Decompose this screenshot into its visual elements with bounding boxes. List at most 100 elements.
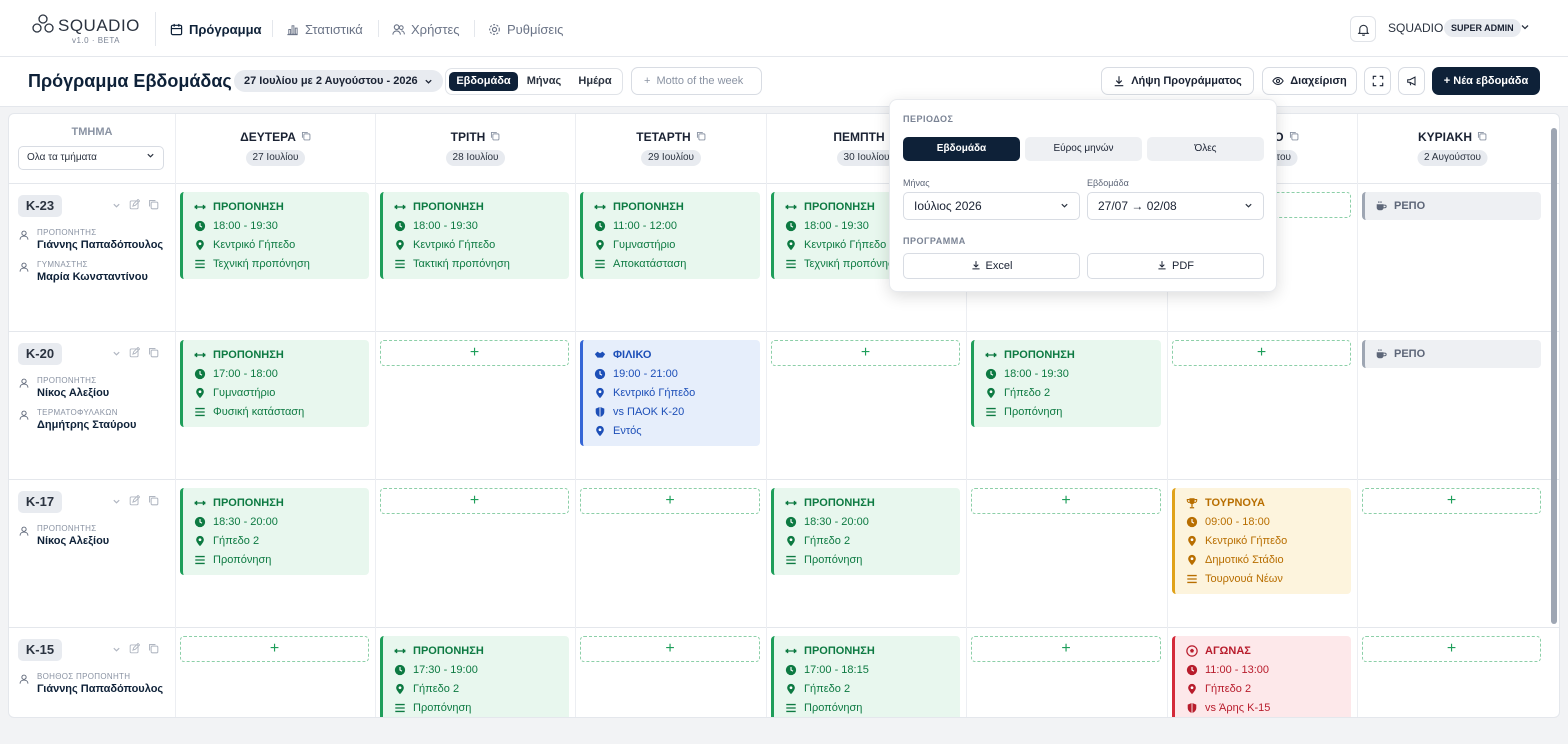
day-name: ΤΡΙΤΗ bbox=[376, 130, 575, 144]
staff-role: ΤΕΡΜΑΤΟΦΥΛΑΚΩΝ bbox=[37, 408, 118, 417]
vertical-scrollbar[interactable] bbox=[1548, 113, 1560, 718]
add-event-button[interactable]: + bbox=[1172, 340, 1351, 366]
gear-icon bbox=[489, 23, 500, 35]
new-week-button[interactable]: + Νέα εβδομάδα bbox=[1432, 67, 1540, 95]
event-place: Γήπεδο 2 bbox=[413, 682, 460, 695]
nav-settings[interactable]: Ρυθμίσεις bbox=[488, 19, 563, 39]
add-event-button[interactable]: + bbox=[380, 340, 569, 366]
event-place-row: Γήπεδο 2 bbox=[394, 679, 569, 698]
training-event-card[interactable]: ΠΡΟΠΟΝΗΣΗ 18:00 - 19:30 Γήπεδο 2 Προπόνηση bbox=[971, 340, 1161, 427]
training-event-card[interactable]: ΠΡΟΠΟΝΗΣΗ 18:30 - 20:00 Γήπεδο 2 Προπόνηση bbox=[771, 488, 960, 575]
event-time-row: 11:00 - 12:00 bbox=[594, 216, 760, 235]
friendly-event-card[interactable]: ΦΙΛΙΚΟ 19:00 - 21:00 Κεντρικό Γήπεδο vs ΠΑΟ… bbox=[580, 340, 760, 446]
excel-download-button[interactable]: Excel bbox=[903, 253, 1080, 279]
add-event-button[interactable]: + bbox=[1362, 488, 1541, 514]
team-actions bbox=[112, 642, 159, 657]
chevron-down-icon[interactable] bbox=[1520, 22, 1530, 32]
nav-schedule[interactable]: Πρόγραμμα bbox=[170, 19, 262, 39]
motto-of-week-button[interactable]: + Motto of the week bbox=[631, 67, 762, 95]
copy-icon[interactable] bbox=[148, 495, 159, 509]
chevron-down-icon[interactable] bbox=[112, 347, 121, 361]
view-day-tab[interactable]: Ημέρα bbox=[572, 72, 618, 91]
add-event-button[interactable]: + bbox=[180, 636, 369, 662]
nav-users[interactable]: Χρήστες bbox=[392, 19, 460, 39]
announce-button[interactable] bbox=[1398, 67, 1425, 95]
copy-icon[interactable] bbox=[1289, 130, 1299, 144]
add-event-button[interactable]: + bbox=[971, 488, 1161, 514]
user-name[interactable]: SQUADIO bbox=[1388, 21, 1443, 35]
copy-icon[interactable] bbox=[696, 130, 706, 144]
period-week-button[interactable]: Εβδομάδα bbox=[903, 137, 1020, 161]
pdf-download-button[interactable]: PDF bbox=[1087, 253, 1264, 279]
chevron-down-icon[interactable] bbox=[112, 495, 121, 509]
plus-icon: + bbox=[860, 344, 871, 361]
nav-statistics[interactable]: Στατιστικά bbox=[286, 19, 363, 39]
map-pin-icon bbox=[785, 239, 797, 251]
row-divider bbox=[9, 331, 1559, 332]
edit-icon[interactable] bbox=[129, 642, 141, 657]
event-title: ΦΙΛΙΚΟ bbox=[613, 348, 652, 361]
column-divider bbox=[1357, 183, 1358, 717]
training-event-card[interactable]: ΠΡΟΠΟΝΗΣΗ 11:00 - 12:00 Γυμναστήριο Αποκατά… bbox=[580, 192, 760, 279]
rest-label: ΡΕΠΟ bbox=[1394, 348, 1426, 360]
rest-day-card[interactable]: ΡΕΠΟ bbox=[1362, 340, 1541, 368]
add-event-button[interactable]: + bbox=[1362, 636, 1541, 662]
copy-icon[interactable] bbox=[148, 347, 159, 361]
copy-icon[interactable] bbox=[301, 130, 311, 144]
chevron-down-icon[interactable] bbox=[112, 199, 121, 213]
clock-icon bbox=[194, 368, 206, 380]
day-name: ΚΥΡΙΑΚΗ bbox=[1358, 130, 1547, 144]
week-range-picker[interactable]: 27 Ιουλίου με 2 Αυγούστου - 2026 bbox=[234, 70, 443, 92]
event-title: ΠΡΟΠΟΝΗΣΗ bbox=[413, 644, 484, 657]
fullscreen-button[interactable] bbox=[1364, 67, 1391, 95]
copy-icon[interactable] bbox=[148, 199, 159, 213]
team-code-badge[interactable]: K-23 bbox=[18, 195, 62, 217]
staff-name: Μαρία Κωνσταντίνου bbox=[37, 271, 148, 283]
download-schedule-button[interactable]: Λήψη Προγράμματος bbox=[1101, 67, 1254, 95]
add-event-button[interactable]: + bbox=[380, 488, 569, 514]
training-event-card[interactable]: ΠΡΟΠΟΝΗΣΗ 18:30 - 20:00 Γήπεδο 2 Προπόνηση bbox=[180, 488, 369, 575]
staff-name: Γιάννης Παπαδόπουλος bbox=[37, 683, 164, 695]
edit-icon[interactable] bbox=[129, 346, 141, 361]
team-code-badge[interactable]: K-17 bbox=[18, 491, 62, 513]
team-code-badge[interactable]: K-15 bbox=[18, 639, 62, 661]
event-place-row: Γήπεδο 2 bbox=[785, 531, 960, 550]
edit-icon[interactable] bbox=[129, 198, 141, 213]
add-event-button[interactable]: + bbox=[971, 636, 1161, 662]
training-event-card[interactable]: ΠΡΟΠΟΝΗΣΗ 18:00 - 19:30 Κεντρικό Γήπεδο Τεχ… bbox=[180, 192, 369, 279]
add-event-button[interactable]: + bbox=[580, 488, 760, 514]
dumbbell-icon bbox=[785, 201, 797, 213]
logo[interactable]: SQUADIO v1.0 · BETA bbox=[32, 13, 139, 47]
week-select[interactable]: 27/07 → 02/08 bbox=[1087, 192, 1264, 220]
training-event-card[interactable]: ΠΡΟΠΟΝΗΣΗ 17:00 - 18:15 Γήπεδο 2 Προπόνηση bbox=[771, 636, 960, 717]
event-time-row: 18:00 - 19:30 bbox=[985, 364, 1161, 383]
day-header-7: ΚΥΡΙΑΚΗ 2 Αυγούστου bbox=[1357, 114, 1547, 183]
training-event-card[interactable]: ΠΡΟΠΟΝΗΣΗ 17:30 - 19:00 Γήπεδο 2 Προπόνηση bbox=[380, 636, 569, 717]
add-event-button[interactable]: + bbox=[580, 636, 760, 662]
add-event-button[interactable]: + bbox=[771, 340, 960, 366]
training-event-card[interactable]: ΠΡΟΠΟΝΗΣΗ 17:00 - 18:00 Γυμναστήριο Φυσική … bbox=[180, 340, 369, 427]
page-title: Πρόγραμμα Εβδομάδας bbox=[28, 71, 232, 91]
edit-icon[interactable] bbox=[129, 494, 141, 509]
copy-icon[interactable] bbox=[1477, 130, 1487, 144]
period-month-range-button[interactable]: Εύρος μηνών bbox=[1025, 137, 1142, 161]
notifications-button[interactable] bbox=[1350, 16, 1376, 42]
team-filter-select[interactable]: Ολα τα τμήματα bbox=[18, 146, 164, 170]
period-all-button[interactable]: Όλες bbox=[1147, 137, 1264, 161]
match-event-card[interactable]: ΑΓΩΝΑΣ 11:00 - 13:00 Γήπεδο 2 vs Άρης Κ-15 bbox=[1172, 636, 1351, 717]
coffee-icon bbox=[1375, 200, 1387, 212]
training-event-card[interactable]: ΠΡΟΠΟΝΗΣΗ 18:00 - 19:30 Κεντρικό Γήπεδο Τακ… bbox=[380, 192, 569, 279]
rest-day-card[interactable]: ΡΕΠΟ bbox=[1362, 192, 1541, 220]
team-actions bbox=[112, 198, 159, 213]
scrollbar-thumb[interactable] bbox=[1551, 128, 1557, 624]
copy-icon[interactable] bbox=[490, 130, 500, 144]
chevron-down-icon[interactable] bbox=[112, 643, 121, 657]
copy-icon[interactable] bbox=[148, 643, 159, 657]
team-code-badge[interactable]: K-20 bbox=[18, 343, 62, 365]
team-cell: K-23 ΠΡΟΠΟΝΗΤΗΣ Γιάννης Παπαδόπουλος ΓΥΜΝΑΣ… bbox=[9, 183, 175, 331]
view-week-tab[interactable]: Εβδομάδα bbox=[449, 72, 518, 91]
view-month-tab[interactable]: Μήνας bbox=[522, 72, 566, 91]
manage-button[interactable]: Διαχείριση bbox=[1262, 67, 1357, 95]
tournament-event-card[interactable]: ΤΟΥΡΝΟΥΑ 09:00 - 18:00 Κεντρικό Γήπεδο Δημο… bbox=[1172, 488, 1351, 594]
month-select[interactable]: Ιούλιος 2026 bbox=[903, 192, 1080, 220]
